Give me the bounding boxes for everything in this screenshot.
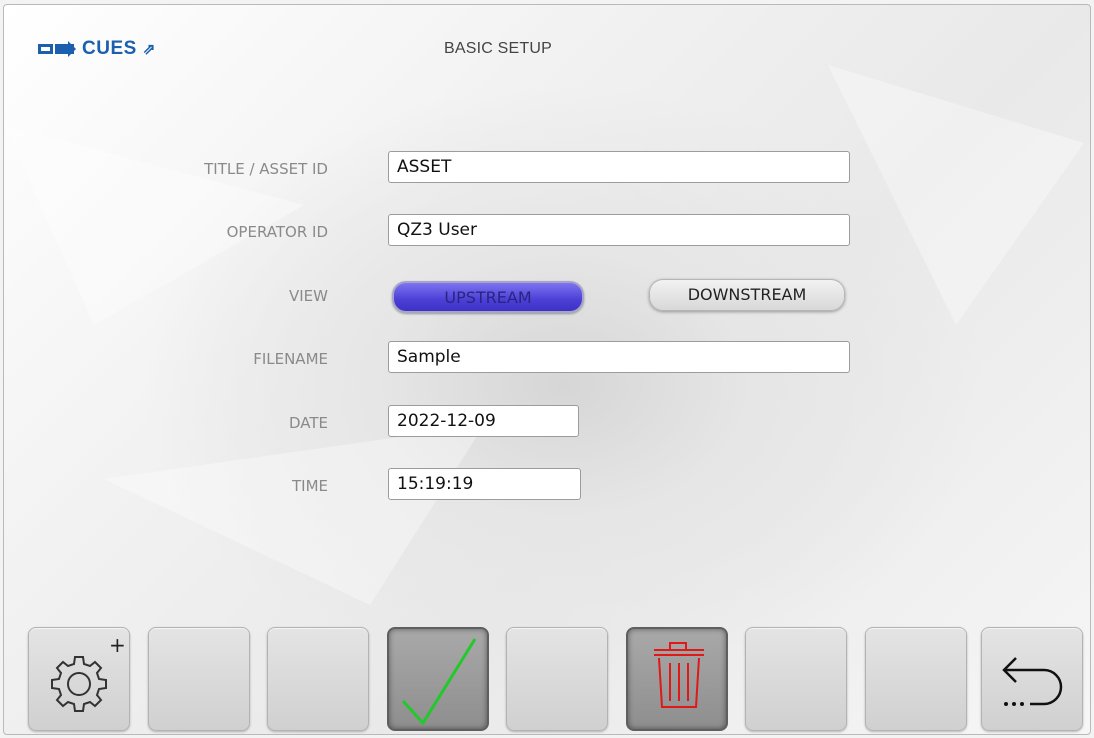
cues-logo: CUES ⇗ bbox=[38, 38, 155, 60]
brand-name: CUES bbox=[82, 38, 137, 59]
settings-plus-button[interactable]: + bbox=[28, 627, 130, 731]
trash-icon bbox=[654, 642, 704, 708]
operator-id-field[interactable]: QZ3 User bbox=[388, 214, 850, 246]
toolbar-blank-button-3[interactable] bbox=[506, 627, 608, 731]
brand-arrow-icon: ⇗ bbox=[142, 41, 156, 58]
view-label: VIEW bbox=[289, 287, 328, 305]
toolbar-blank-button-2[interactable] bbox=[267, 627, 369, 731]
date-label: DATE bbox=[288, 414, 328, 432]
view-downstream-toggle[interactable]: DOWNSTREAM bbox=[649, 279, 845, 311]
title-asset-id-field[interactable]: ASSET bbox=[388, 151, 850, 183]
logo-mark-icon bbox=[38, 41, 76, 57]
delete-button[interactable] bbox=[626, 627, 728, 731]
title-asset-id-label: TITLE / ASSET ID bbox=[204, 160, 328, 178]
date-field[interactable]: 2022-12-09 bbox=[388, 405, 579, 437]
time-field[interactable]: 15:19:19 bbox=[388, 468, 581, 500]
operator-id-label: OPERATOR ID bbox=[226, 223, 328, 241]
filename-field[interactable]: Sample bbox=[388, 341, 850, 373]
app-window: CUES ⇗ BASIC SETUP TITLE / ASSET ID ASSE… bbox=[3, 4, 1091, 735]
return-arrow-icon bbox=[1002, 657, 1063, 706]
filename-label: FILENAME bbox=[253, 350, 328, 368]
checkmark-icon bbox=[401, 638, 477, 726]
toolbar-blank-button-1[interactable] bbox=[148, 627, 250, 731]
toolbar-blank-button-4[interactable] bbox=[745, 627, 847, 731]
back-button[interactable] bbox=[981, 627, 1083, 731]
gear-plus-icon: + bbox=[51, 633, 126, 712]
background-facet bbox=[104, 425, 484, 605]
view-upstream-toggle[interactable]: UPSTREAM bbox=[392, 281, 584, 313]
svg-text:+: + bbox=[109, 633, 126, 657]
time-label: TIME bbox=[291, 477, 328, 495]
page-title: BASIC SETUP bbox=[444, 40, 553, 57]
toolbar-blank-button-5[interactable] bbox=[865, 627, 967, 731]
confirm-button[interactable] bbox=[387, 627, 489, 731]
